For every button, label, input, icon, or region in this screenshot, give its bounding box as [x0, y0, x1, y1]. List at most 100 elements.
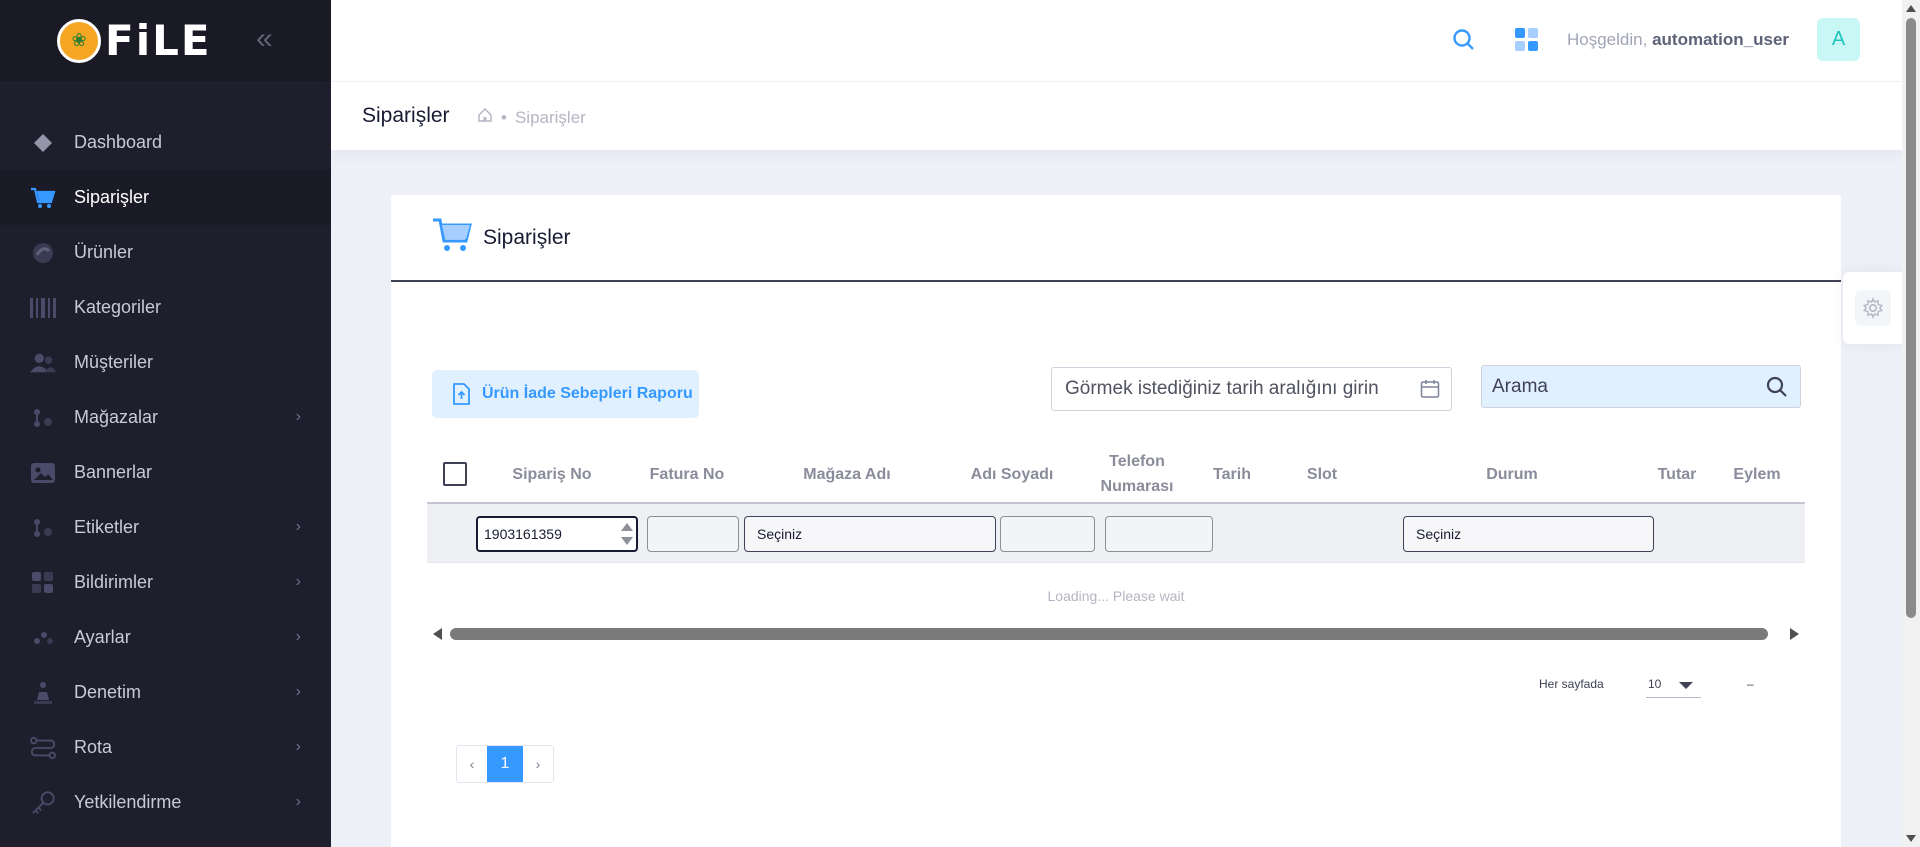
cart-icon: [431, 215, 473, 260]
scrollbar-thumb[interactable]: [450, 628, 1768, 640]
sidebar-item-magazalar[interactable]: Mağazalar ›: [0, 390, 331, 445]
select-all-checkbox[interactable]: [443, 462, 467, 486]
per-page-select[interactable]: 10: [1646, 672, 1701, 698]
column-tutar[interactable]: Tutar: [1647, 462, 1707, 487]
brand-logo[interactable]: ❀ FiLE «: [0, 0, 331, 81]
report-button-label: Ürün İade Sebepleri Raporu: [482, 385, 693, 402]
adi-soyadi-filter-input[interactable]: [1000, 516, 1095, 552]
gear-icon: [1854, 290, 1891, 326]
home-icon[interactable]: [477, 107, 493, 128]
date-range-input[interactable]: Görmek istediğiniz tarih aralığını girin: [1051, 367, 1452, 411]
cart-icon: [30, 185, 56, 211]
loading-text: Loading... Please wait: [1047, 588, 1185, 604]
welcome-text[interactable]: Hoşgeldin, automation_user: [1567, 30, 1789, 50]
sidebar-item-kategoriler[interactable]: Kategoriler: [0, 280, 331, 335]
sidebar-item-label: Müşteriler: [74, 352, 154, 372]
horizontal-scrollbar[interactable]: [427, 625, 1805, 643]
column-eylem[interactable]: Eylem: [1727, 462, 1787, 487]
key-icon: [30, 790, 56, 816]
filter-row: 1903161359 Seçiniz Seçiniz: [427, 504, 1805, 563]
vertical-scrollbar[interactable]: [1902, 0, 1920, 847]
sidebar-item-label: Dashboard: [74, 132, 163, 152]
number-spinner[interactable]: [621, 523, 633, 545]
durum-filter-select[interactable]: Seçiniz: [1403, 516, 1654, 552]
sidebar-item-siparisler[interactable]: Siparişler: [0, 170, 331, 225]
settings-icon: [30, 625, 56, 651]
magaza-filter-select[interactable]: Seçiniz: [744, 516, 996, 552]
calendar-icon[interactable]: [1420, 379, 1440, 405]
sidebar-item-etiketler[interactable]: Etiketler ›: [0, 500, 331, 555]
prev-page-button[interactable]: ‹: [457, 746, 487, 782]
audit-icon: [30, 680, 56, 706]
sidebar-item-bildirimler[interactable]: Bildirimler ›: [0, 555, 331, 610]
chevron-right-icon: ›: [295, 628, 301, 645]
sidebar-item-urunler[interactable]: Ürünler: [0, 225, 331, 280]
sidebar-item-denetim[interactable]: Denetim ›: [0, 665, 331, 720]
fatura-no-filter-input[interactable]: [647, 516, 739, 552]
users-icon: [30, 350, 56, 376]
sidebar-item-label: Rota: [74, 737, 113, 757]
scroll-left-arrow-icon[interactable]: [433, 628, 442, 640]
file-upload-icon: [452, 383, 470, 405]
avatar[interactable]: A: [1817, 18, 1860, 61]
subheader: Siparişler • Siparişler: [331, 82, 1902, 150]
page-button-current[interactable]: 1: [487, 746, 523, 782]
per-page-label: Her sayfada: [1539, 677, 1604, 691]
sidebar-item-ayarlar[interactable]: Ayarlar ›: [0, 610, 331, 665]
siparis-no-filter-input[interactable]: 1903161359: [476, 516, 638, 552]
chevron-right-icon: ›: [295, 518, 301, 535]
chevron-right-icon: ›: [295, 408, 301, 425]
scrollbar-thumb[interactable]: [1906, 18, 1916, 618]
scroll-down-arrow-icon[interactable]: [1906, 835, 1916, 842]
scroll-up-arrow-icon[interactable]: [1906, 5, 1916, 12]
sidebar-item-label: Bildirimler: [74, 572, 154, 592]
apps-grid-icon[interactable]: [1515, 28, 1538, 51]
breadcrumb-current[interactable]: Siparişler: [515, 108, 586, 128]
column-adi-soyadi[interactable]: Adı Soyadı: [962, 462, 1062, 487]
column-fatura-no[interactable]: Fatura No: [642, 462, 732, 487]
search-placeholder: Arama: [1492, 375, 1548, 397]
orders-card: Siparişler Ürün İade Sebepleri Raporu Gö…: [391, 195, 1841, 847]
sidebar-item-label: Siparişler: [74, 187, 150, 207]
top-header: Hoşgeldin, automation_user A: [331, 0, 1902, 82]
sidebar-item-rota[interactable]: Rota ›: [0, 720, 331, 775]
sidebar-item-bannerlar[interactable]: Bannerlar: [0, 445, 331, 500]
sidebar-item-label: Mağazalar: [74, 407, 159, 427]
store-icon: [30, 405, 56, 431]
next-page-button[interactable]: ›: [523, 746, 553, 782]
column-magaza-adi[interactable]: Mağaza Adı: [782, 462, 912, 487]
sidebar-item-yetkilendirme[interactable]: Yetkilendirme ›: [0, 775, 331, 830]
column-slot[interactable]: Slot: [1297, 462, 1347, 487]
card-header: Siparişler: [391, 195, 1841, 282]
notification-icon: [30, 570, 56, 596]
settings-panel-toggle[interactable]: [1843, 272, 1902, 344]
magaza-filter-value: Seçiniz: [757, 526, 803, 542]
column-telefon-numarasi[interactable]: Telefon Numarası: [1087, 449, 1187, 499]
telefon-filter-input[interactable]: [1105, 516, 1213, 552]
sidebar-item-dashboard[interactable]: Dashboard: [0, 115, 331, 170]
barcode-icon: [30, 295, 56, 321]
column-durum[interactable]: Durum: [1477, 462, 1547, 487]
search-icon[interactable]: [1452, 28, 1476, 57]
siparis-no-filter-value: 1903161359: [484, 526, 562, 542]
return-reasons-report-button[interactable]: Ürün İade Sebepleri Raporu: [432, 370, 699, 418]
scroll-right-arrow-icon[interactable]: [1790, 628, 1799, 640]
pineapple-logo-icon: ❀: [57, 18, 101, 63]
search-icon[interactable]: [1766, 376, 1788, 404]
per-page-value: 10: [1648, 677, 1662, 691]
username: automation_user: [1652, 30, 1790, 49]
column-telefon-line1: Telefon: [1109, 453, 1165, 470]
sidebar: ❀ FiLE « Dashboard Siparişler Ürünler Ka…: [0, 0, 331, 847]
durum-filter-value: Seçiniz: [1416, 526, 1462, 542]
sidebar-item-musteriler[interactable]: Müşteriler: [0, 335, 331, 390]
search-input[interactable]: Arama: [1481, 365, 1801, 408]
sidebar-item-label: Bannerlar: [74, 462, 153, 482]
route-icon: [30, 735, 56, 761]
collapse-sidebar-icon[interactable]: «: [256, 24, 273, 54]
tag-icon: [30, 515, 56, 541]
column-siparis-no[interactable]: Sipariş No: [497, 462, 607, 487]
brand-name: FiLE: [105, 16, 212, 65]
sidebar-item-label: Etiketler: [74, 517, 140, 537]
sidebar-menu: Dashboard Siparişler Ürünler Kategoriler…: [0, 81, 331, 830]
column-tarih[interactable]: Tarih: [1202, 462, 1262, 487]
